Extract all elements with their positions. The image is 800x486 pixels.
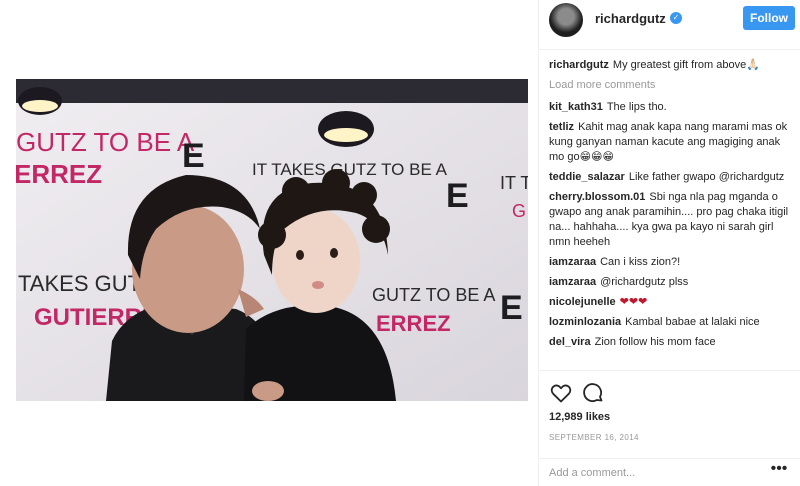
backdrop-text-2: ERREZ (16, 159, 102, 189)
comment-item: kit_kath31 The lips tho. (549, 100, 793, 115)
backdrop-text-6: GUTZ TO BE A (372, 285, 495, 305)
backdrop-text-8: IT T (500, 173, 528, 193)
backdrop-text-1: GUTZ TO BE A (16, 127, 195, 157)
avatar[interactable] (549, 3, 583, 37)
add-comment-input[interactable] (549, 465, 759, 481)
comment-text: The lips tho. (606, 101, 667, 113)
follow-button[interactable]: Follow (743, 6, 795, 30)
post-header: richardgutz ✓ Follow (539, 0, 800, 50)
comment-item: tetliz Kahit mag anak kapa nang marami ma… (549, 120, 793, 165)
comment-username[interactable]: tetliz (549, 121, 574, 133)
backdrop-text-3: IT TAKES GUTZ TO BE A (252, 160, 448, 179)
comment-text: Can i kiss zion?! (600, 256, 681, 268)
verified-badge-icon: ✓ (670, 12, 682, 24)
comment-item: nicolejunelle ❤❤❤ (549, 295, 793, 310)
media-pane: GUTZ TO BE A ERREZ E IT TAKES GUTZ TO BE… (0, 0, 538, 486)
add-comment-bar: ••• (539, 458, 800, 486)
comment-item: lozminlozania Kambal babae at lalaki nice (549, 315, 793, 330)
post-actions: 12,989 likes September 16, 2014 (539, 370, 800, 466)
comment-username[interactable]: cherry.blossom.01 (549, 191, 645, 203)
comment-item: del_vira Zion follow his mom face (549, 335, 793, 350)
caption-username[interactable]: richardgutz (549, 59, 609, 71)
comment-username[interactable]: lozminlozania (549, 316, 621, 328)
caption: richardgutz My greatest gift from above🙏🏻 (549, 58, 793, 73)
backdrop-logo-3: E (500, 289, 523, 327)
comment-icon[interactable] (581, 381, 605, 405)
comment-username[interactable]: iamzaraa (549, 276, 596, 288)
comment-username[interactable]: iamzaraa (549, 256, 596, 268)
likes-count[interactable]: 12,989 likes (549, 411, 610, 423)
photo-illustration: GUTZ TO BE A ERREZ E IT TAKES GUTZ TO BE… (16, 79, 528, 401)
backdrop-text-9: G (512, 201, 526, 221)
backdrop-text-7: ERREZ (376, 311, 451, 336)
comment-item: teddie_salazar Like father gwapo @richard… (549, 170, 793, 185)
comment-item: iamzaraa Can i kiss zion?! (549, 255, 793, 270)
comments-list: richardgutz My greatest gift from above🙏🏻… (549, 58, 793, 370)
comment-text: @richardgutz plss (600, 276, 689, 288)
comment-username[interactable]: del_vira (549, 336, 591, 348)
post-sidebar: richardgutz ✓ Follow richardgutz My great… (538, 0, 800, 486)
comment-text: Kambal babae at lalaki nice (625, 316, 760, 328)
ellipsis-icon[interactable]: ••• (767, 461, 791, 479)
comment-item: cherry.blossom.01 Sbi nga nla pag mganda … (549, 190, 793, 250)
comment-username[interactable]: nicolejunelle (549, 296, 616, 308)
comment-text: ❤❤❤ (619, 296, 648, 308)
load-more-comments-link[interactable]: Load more comments (549, 78, 793, 93)
header-username[interactable]: richardgutz (595, 11, 666, 26)
comment-username[interactable]: kit_kath31 (549, 101, 603, 113)
post-photo[interactable]: GUTZ TO BE A ERREZ E IT TAKES GUTZ TO BE… (16, 79, 528, 401)
backdrop-logo-2: E (446, 177, 469, 215)
comment-text: Like father gwapo @richardgutz (628, 171, 785, 183)
comment-username[interactable]: teddie_salazar (549, 171, 625, 183)
comment-text: Zion follow his mom face (594, 336, 716, 348)
comment-item: iamzaraa @richardgutz plss (549, 275, 793, 290)
backdrop-logo-1: E (182, 137, 205, 175)
comment-text: Kahit mag anak kapa nang marami mas ok k… (549, 121, 788, 163)
heart-icon[interactable] (549, 381, 573, 405)
post-date: September 16, 2014 (549, 433, 639, 442)
caption-text: My greatest gift from above🙏🏻 (612, 59, 760, 71)
